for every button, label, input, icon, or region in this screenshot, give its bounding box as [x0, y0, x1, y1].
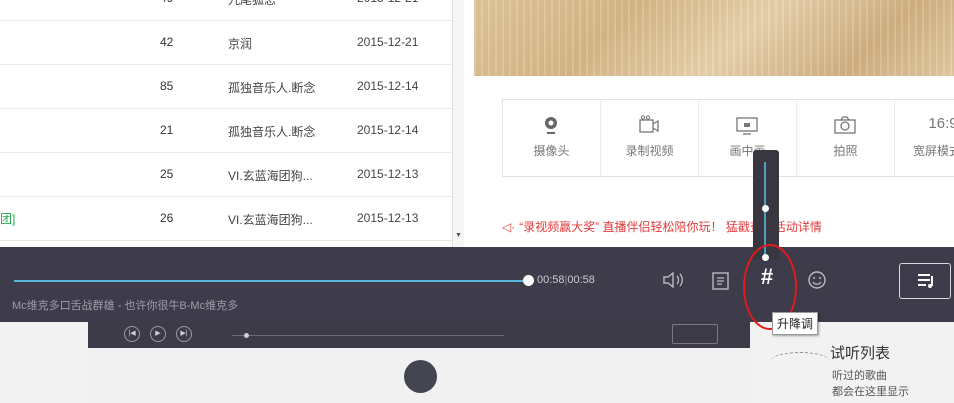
song-row-date: 2015-12-14 — [357, 79, 419, 93]
scroll-down-icon[interactable]: ▼ — [455, 232, 462, 239]
pitch-tooltip: 升降调 — [772, 312, 819, 335]
mini-next-icon: ▶| — [176, 326, 192, 342]
widescreen-icon: 16:9 — [928, 115, 954, 132]
time-readout: 00:58|00:58 — [537, 274, 595, 286]
elapsed-time: 00:58 — [537, 274, 565, 286]
total-time: 00:58 — [567, 274, 595, 286]
song-row-date: 2015-12-13 — [357, 211, 419, 225]
video-record-icon — [637, 115, 661, 135]
song-row-artist: 九尾狐恋 — [228, 0, 277, 7]
mini-prev-icon: |◀ — [124, 326, 140, 342]
song-row-artist: 京润 — [228, 37, 253, 51]
record-tool-video-record[interactable]: 录制视频 — [601, 100, 699, 176]
song-row-date: 2015-12-13 — [357, 167, 419, 181]
wood-banner-image — [474, 0, 954, 76]
webcam-icon — [539, 115, 563, 135]
song-row-date: 2015-12-14 — [357, 123, 419, 137]
song-row[interactable]: 85 孤独音乐人.断念 2015-12-14 — [0, 64, 452, 109]
speaker-icon: ◁· — [502, 220, 516, 234]
song-title: Mc维克多口舌战群雄 - 也许你很牛B-Mc维克多 — [12, 300, 239, 312]
song-row-count: 21 — [160, 123, 174, 137]
song-row-count: 85 — [160, 79, 174, 93]
song-list: 49 九尾狐恋 2015-12-21 42 京润 2015-12-21 85 孤独音乐人.断念… — [0, 0, 452, 247]
mini-play-icon: ▶ — [150, 326, 166, 342]
song-row-date: 2015-12-21 — [357, 0, 418, 5]
progress-bar[interactable] — [14, 280, 528, 282]
song-row-artist: VI.玄蓝海团狗... — [228, 213, 313, 227]
song-row[interactable]: 21 孤独音乐人.断念 2015-12-14 — [0, 108, 452, 153]
record-tool-label: 宽屏模式 — [913, 144, 954, 158]
record-toolbar: 摄像头 录制视频 画中画 拍照 16:9 宽屏模式 — [502, 99, 954, 177]
playlist-button[interactable] — [899, 263, 951, 299]
playlist-hint-line1: 听过的歌曲 — [832, 370, 887, 382]
pitch-slider-knob[interactable] — [762, 205, 769, 212]
song-row[interactable]: 42 京润 2015-12-21 — [0, 20, 452, 65]
record-tool-camera[interactable]: 拍照 — [797, 100, 895, 176]
song-row-count: 26 — [160, 211, 174, 225]
song-row-count: 25 — [160, 167, 174, 181]
mini-progress-knob — [244, 333, 249, 338]
playlist-hint-title: 试听列表 — [830, 345, 891, 362]
picture-in-picture-icon — [735, 115, 759, 135]
record-tool-label: 拍照 — [833, 144, 858, 158]
center-dot — [404, 360, 437, 393]
record-tool-widescreen[interactable]: 16:9 宽屏模式 — [895, 100, 954, 176]
mini-progress-bar — [232, 335, 504, 336]
smile-icon[interactable] — [806, 269, 828, 291]
song-row[interactable]: 49 九尾狐恋 2015-12-21 — [0, 0, 452, 21]
camera-icon — [833, 115, 857, 135]
playlist-hint-line2: 都会在这里显示 — [832, 386, 909, 398]
song-row[interactable]: 25 VI.玄蓝海团狗... 2015-12-13 — [0, 152, 452, 197]
record-tool-webcam[interactable]: 摄像头 — [503, 100, 601, 176]
record-tool-label: 录制视频 — [625, 144, 674, 158]
song-row-artist: 孤独音乐人.断念 — [228, 125, 316, 139]
song-row-tag: 团] — [0, 212, 16, 226]
progress-knob[interactable] — [523, 275, 534, 286]
lyrics-icon[interactable] — [710, 271, 732, 291]
record-tool-picture-in-picture[interactable]: 画中画 — [699, 100, 797, 176]
annotation-arrow — [770, 352, 830, 371]
song-row-artist: VI.玄蓝海团狗... — [228, 169, 313, 183]
playlist-icon — [918, 274, 933, 288]
song-row-count: 49 — [160, 0, 173, 5]
song-row[interactable]: 团] 26 VI.玄蓝海团狗... 2015-12-13 — [0, 196, 452, 241]
record-tool-label: 摄像头 — [533, 144, 570, 158]
song-row-artist: 孤独音乐人.断念 — [228, 81, 316, 95]
mini-playlist-button — [672, 324, 718, 344]
record-tool-label: 画中画 — [729, 144, 766, 158]
song-row-date: 2015-12-21 — [357, 35, 419, 49]
song-row-count: 42 — [160, 35, 174, 49]
volume-icon[interactable] — [661, 269, 687, 291]
